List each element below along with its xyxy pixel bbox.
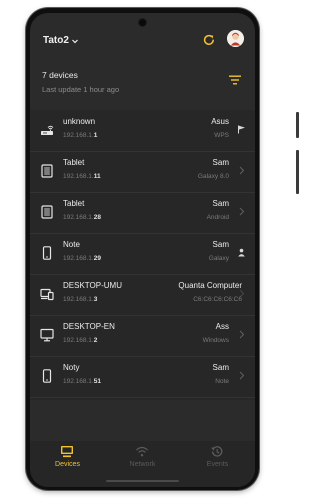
device-vendor: Sam [212, 199, 229, 208]
ip-suffix: 28 [93, 214, 101, 221]
wifi-icon [136, 446, 148, 457]
device-model: Android [206, 214, 229, 221]
device-name: Tablet [63, 158, 85, 167]
ip-suffix: 3 [93, 296, 98, 303]
nav-devices-label: Devices [55, 461, 80, 468]
ip-prefix: 192.168.1. [63, 173, 94, 180]
device-ip: 192.168.1.2 [63, 337, 97, 344]
summary-section: 7 devices Last update 1 hour ago [30, 65, 255, 115]
router-icon [41, 125, 54, 135]
chevron-right-icon[interactable] [237, 371, 246, 380]
nav-events-label: Events [206, 461, 229, 468]
person-icon[interactable] [237, 248, 246, 257]
home-indicator [106, 480, 179, 482]
ip-prefix: 192.168.1. [63, 255, 94, 262]
chevron-right-icon[interactable] [237, 289, 246, 298]
device-model: Galaxy [208, 255, 229, 262]
device-vendor: Sam [212, 240, 229, 249]
device-vendor: Ass [215, 322, 229, 331]
device-count: 7 devices [42, 70, 78, 80]
nav-events[interactable]: Events [180, 441, 255, 477]
device-vendor: Sam [212, 363, 229, 372]
device-model: Galaxy 8.0 [197, 173, 229, 180]
avatar-icon [227, 30, 244, 47]
phone-icon [42, 246, 52, 260]
device-name: Noty [63, 363, 80, 372]
tablet-icon [41, 164, 53, 178]
device-row[interactable]: Tablet 192.168.1.11 Sam Galaxy 8.0 [30, 151, 255, 193]
history-icon [211, 446, 223, 457]
ip-suffix: 2 [93, 337, 98, 344]
nav-network[interactable]: Network [105, 441, 180, 477]
device-ip: 192.168.1.28 [63, 214, 101, 221]
device-vendor: Sam [212, 158, 229, 167]
refresh-icon[interactable] [202, 33, 216, 47]
device-ip: 192.168.1.51 [63, 378, 101, 385]
chevron-right-icon[interactable] [237, 330, 246, 339]
last-update: Last update 1 hour ago [42, 85, 120, 94]
device-ip: 192.168.1.29 [63, 255, 101, 262]
device-list: unknown 192.168.1.1 Asus WPS Tablet 192.… [30, 110, 255, 400]
device-model: Note [215, 378, 229, 385]
chevron-down-icon [72, 39, 78, 43]
device-ip: 192.168.1.3 [63, 296, 97, 303]
network-name: Tato2 [43, 35, 69, 46]
monitor-icon [40, 328, 54, 342]
tablet-icon [41, 205, 53, 219]
device-vendor: Asus [211, 117, 229, 126]
filter-icon[interactable] [229, 75, 241, 85]
ip-suffix: 51 [93, 378, 101, 385]
device-name: DESKTOP-EN [63, 322, 115, 331]
device-name: Note [63, 240, 80, 249]
device-row[interactable]: DESKTOP-UMU 192.168.1.3 Quanta Computer … [30, 274, 255, 316]
ip-prefix: 192.168.1. [63, 378, 94, 385]
laptop-icon [40, 288, 54, 301]
device-model: C6:C6:C6:C6:C6 [193, 296, 242, 303]
nav-devices[interactable]: Devices [30, 441, 105, 477]
network-selector[interactable]: Tato2 [43, 35, 79, 46]
app-screen: Tato2 7 devices Last update 1 hour ago u… [30, 13, 255, 487]
device-ip: 192.168.1.11 [63, 173, 101, 180]
ip-suffix: 29 [93, 255, 101, 262]
nav-network-label: Network [129, 461, 156, 468]
power-button [296, 112, 299, 138]
device-row[interactable]: unknown 192.168.1.1 Asus WPS [30, 110, 255, 152]
ip-prefix: 192.168.1. [63, 296, 94, 303]
top-bar: Tato2 [30, 13, 255, 65]
device-name: DESKTOP-UMU [63, 281, 122, 290]
device-ip: 192.168.1.1 [63, 132, 97, 139]
devices-icon [61, 446, 73, 458]
device-model: WPS [214, 132, 229, 139]
ip-prefix: 192.168.1. [63, 214, 94, 221]
ip-suffix: 11 [93, 173, 101, 180]
chevron-right-icon[interactable] [237, 166, 246, 175]
chevron-right-icon[interactable] [237, 207, 246, 216]
avatar[interactable] [227, 30, 244, 47]
device-row[interactable]: Note 192.168.1.29 Sam Galaxy [30, 233, 255, 275]
device-name: unknown [63, 117, 96, 126]
device-row[interactable]: Tablet 192.168.1.28 Sam Android [30, 192, 255, 234]
phone-icon [42, 369, 52, 383]
device-name: Tablet [63, 199, 85, 208]
ip-prefix: 192.168.1. [63, 337, 94, 344]
device-vendor: Quanta Computer [178, 281, 242, 290]
ip-suffix: 1 [93, 132, 98, 139]
device-row[interactable]: DESKTOP-EN 192.168.1.2 Ass Windows [30, 315, 255, 357]
device-row[interactable]: Noty 192.168.1.51 Sam Note [30, 356, 255, 398]
flag-icon[interactable] [237, 125, 246, 134]
volume-button [296, 150, 299, 194]
ip-prefix: 192.168.1. [63, 132, 94, 139]
device-model: Windows [202, 337, 229, 344]
